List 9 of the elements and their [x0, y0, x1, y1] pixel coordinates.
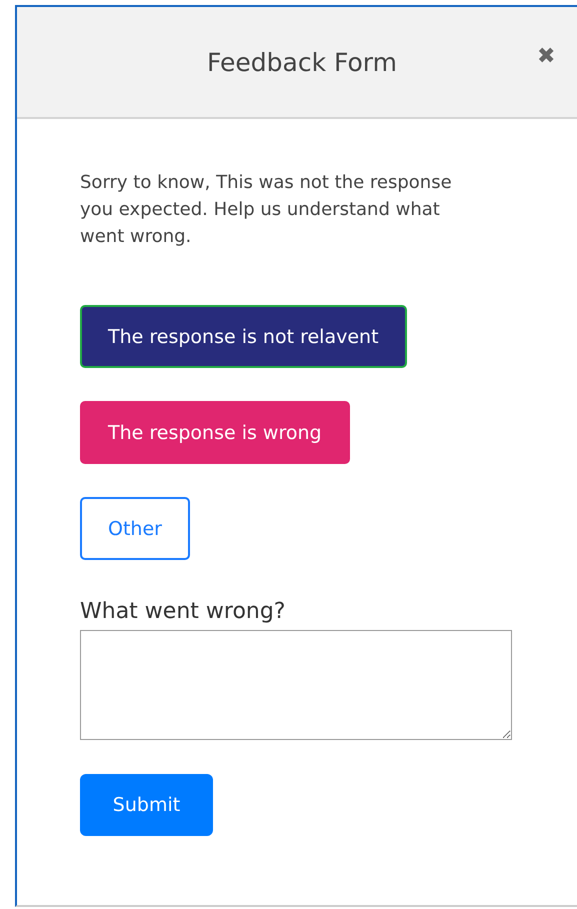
dialog-title: Feedback Form [207, 48, 397, 76]
reason-button[interactable]: The response is not relavent [80, 305, 407, 368]
reason-button[interactable]: The response is wrong [80, 401, 350, 464]
comment-label: What went wrong? [80, 599, 286, 624]
submit-button[interactable]: Submit [80, 774, 213, 836]
reason-button[interactable]: Other [80, 497, 190, 560]
intro-message: Sorry to know, This was not the response you expected. Help us understand what went wrong. [80, 171, 453, 249]
close-button[interactable]: ✖ [537, 45, 555, 67]
comment-field[interactable] [80, 630, 512, 740]
